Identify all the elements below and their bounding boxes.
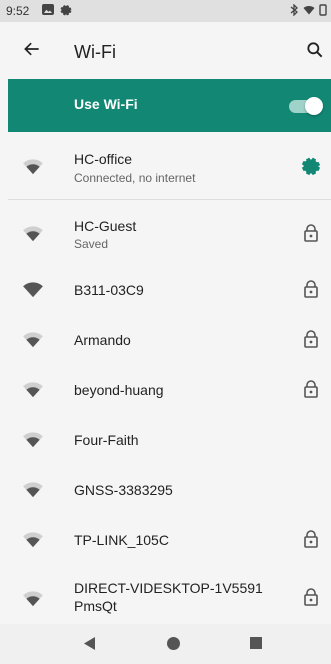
network-row-hc-guest[interactable]: HC-Guest Saved <box>8 200 331 263</box>
network-name: HC-Guest <box>74 218 137 234</box>
lock-icon <box>304 530 318 548</box>
wifi-signal-icon <box>23 226 43 242</box>
lock-icon <box>304 280 318 298</box>
nav-home-icon[interactable] <box>167 637 180 650</box>
network-row-hc-office[interactable]: HC-office Connected, no internet <box>8 132 331 199</box>
nav-recents-icon[interactable] <box>250 637 262 649</box>
network-row-direct-videsktop[interactable]: DIRECT-VIDESKTOP-1V5591 PmsQt <box>8 563 331 624</box>
network-row-b311-03c9[interactable]: B311-03C9 <box>8 263 331 313</box>
wifi-signal-icon <box>23 482 43 498</box>
wifi-toggle[interactable] <box>287 94 323 118</box>
status-time: 9:52 <box>6 4 30 18</box>
bluetooth-icon <box>290 4 298 16</box>
network-name: Armando <box>74 332 131 348</box>
wifi-status-icon <box>303 5 315 15</box>
image-notification-icon <box>42 4 54 15</box>
network-name: GNSS-3383295 <box>74 482 173 498</box>
lock-icon <box>304 330 318 348</box>
network-row-armando[interactable]: Armando <box>8 313 331 363</box>
network-name-line2: PmsQt <box>74 598 117 614</box>
back-arrow-icon[interactable] <box>22 39 42 59</box>
wifi-signal-icon <box>23 591 43 607</box>
wifi-signal-icon <box>23 332 43 348</box>
nav-back-icon[interactable] <box>84 637 96 650</box>
divider <box>8 199 331 200</box>
network-status: Saved <box>74 237 109 251</box>
network-row-beyond-huang[interactable]: beyond-huang <box>8 363 331 413</box>
gear-icon[interactable] <box>301 156 321 176</box>
wifi-signal-icon <box>23 432 43 448</box>
network-row-gnss-3383295[interactable]: GNSS-3383295 <box>8 463 331 513</box>
wifi-signal-icon <box>23 532 43 548</box>
lock-icon <box>304 224 318 242</box>
wifi-signal-icon <box>23 159 43 175</box>
system-nav-bar <box>0 624 331 664</box>
lock-icon <box>304 380 318 398</box>
battery-icon <box>319 4 327 16</box>
network-name: HC-office <box>74 151 133 167</box>
use-wifi-label: Use Wi-Fi <box>74 96 138 112</box>
network-name: TP-LINK_105C <box>74 532 169 548</box>
wifi-signal-icon <box>23 282 43 298</box>
network-name: beyond-huang <box>74 382 164 398</box>
wifi-signal-icon <box>23 382 43 398</box>
network-name: Four-Faith <box>74 432 139 448</box>
page-title: Wi-Fi <box>74 42 116 62</box>
lock-icon <box>304 588 318 606</box>
use-wifi-bar[interactable]: Use Wi-Fi <box>8 79 331 132</box>
search-icon[interactable] <box>305 40 325 60</box>
network-name: B311-03C9 <box>74 282 144 298</box>
toggle-thumb <box>305 97 323 115</box>
settings-notification-icon <box>60 5 72 16</box>
network-status: Connected, no internet <box>74 171 196 185</box>
status-bar: 9:52 <box>0 0 331 22</box>
network-name: DIRECT-VIDESKTOP-1V5591 <box>74 580 263 596</box>
network-row-tp-link-105c[interactable]: TP-LINK_105C <box>8 513 331 563</box>
network-row-four-faith[interactable]: Four-Faith <box>8 413 331 463</box>
app-bar: Wi-Fi <box>0 22 331 79</box>
